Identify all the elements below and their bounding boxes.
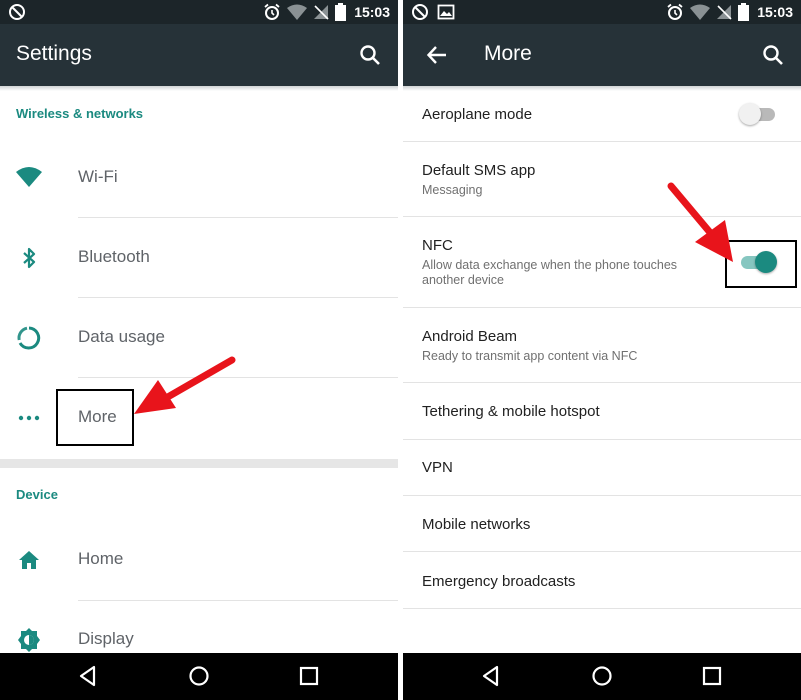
no-signal-icon bbox=[313, 4, 329, 20]
setting-aeroplane-mode[interactable]: Aeroplane mode bbox=[403, 86, 801, 141]
more-screen: 15:03 More Aeroplane mode Default SMS ap… bbox=[403, 0, 801, 700]
navigation-bar bbox=[0, 653, 398, 700]
alarm-icon bbox=[666, 3, 684, 21]
setting-title: Tethering & mobile hotspot bbox=[422, 403, 600, 420]
app-bar: Settings bbox=[0, 24, 398, 86]
settings-item-label: Wi-Fi bbox=[78, 167, 118, 186]
page-title: Settings bbox=[16, 42, 92, 65]
settings-screen: 15:03 Settings Wireless & networks Wi-Fi… bbox=[0, 0, 398, 700]
wifi-status-icon bbox=[287, 4, 308, 20]
setting-title: Aeroplane mode bbox=[422, 106, 533, 123]
annotation-arrow bbox=[134, 356, 236, 414]
wifi-icon bbox=[16, 166, 42, 190]
setting-title: Default SMS app bbox=[422, 162, 536, 179]
search-icon[interactable] bbox=[761, 43, 785, 67]
display-brightness-icon bbox=[16, 628, 42, 652]
data-usage-icon bbox=[16, 326, 42, 350]
back-nav-icon[interactable] bbox=[76, 664, 100, 688]
image-notification-icon bbox=[437, 3, 455, 21]
section-divider bbox=[0, 459, 398, 468]
annotation-arrow bbox=[667, 182, 733, 262]
setting-android-beam[interactable]: Android Beam Ready to transmit app conte… bbox=[403, 308, 801, 382]
alarm-icon bbox=[263, 3, 281, 21]
highlight-box-more bbox=[56, 389, 134, 446]
status-bar: 15:03 bbox=[0, 0, 398, 24]
settings-item-label: Data usage bbox=[78, 327, 165, 346]
do-not-disturb-icon bbox=[8, 3, 26, 21]
settings-item-bluetooth[interactable]: Bluetooth bbox=[0, 218, 398, 298]
recents-nav-icon[interactable] bbox=[297, 664, 321, 688]
recents-nav-icon[interactable] bbox=[700, 664, 724, 688]
more-dots-icon bbox=[16, 406, 42, 430]
setting-vpn[interactable]: VPN bbox=[403, 440, 801, 495]
battery-icon bbox=[335, 3, 347, 21]
home-nav-icon[interactable] bbox=[187, 664, 211, 688]
divider bbox=[403, 608, 801, 609]
setting-title: VPN bbox=[422, 459, 453, 476]
settings-item-label: Bluetooth bbox=[78, 247, 150, 266]
search-icon[interactable] bbox=[358, 43, 382, 67]
setting-title: Emergency broadcasts bbox=[422, 573, 576, 590]
settings-item-label: Display bbox=[78, 629, 134, 648]
app-bar: More bbox=[403, 24, 801, 86]
settings-item-home[interactable]: Home bbox=[0, 520, 398, 600]
no-signal-icon bbox=[716, 4, 732, 20]
do-not-disturb-icon bbox=[411, 3, 429, 21]
section-header-wireless: Wireless & networks bbox=[16, 106, 144, 121]
settings-item-wifi[interactable]: Wi-Fi bbox=[0, 138, 398, 218]
page-title: More bbox=[484, 42, 532, 65]
app-bar-shadow bbox=[0, 86, 398, 91]
settings-item-label: Home bbox=[78, 549, 124, 568]
setting-title: NFC bbox=[422, 237, 453, 254]
home-nav-icon[interactable] bbox=[590, 664, 614, 688]
home-icon bbox=[16, 548, 42, 572]
section-header-device: Device bbox=[16, 487, 58, 502]
wifi-status-icon bbox=[690, 4, 711, 20]
setting-emergency-broadcasts[interactable]: Emergency broadcasts bbox=[403, 552, 801, 608]
status-bar: 15:03 bbox=[403, 0, 801, 24]
navigation-bar bbox=[403, 653, 801, 700]
setting-subtitle: Ready to transmit app content via NFC bbox=[422, 349, 638, 363]
back-nav-icon[interactable] bbox=[479, 664, 503, 688]
status-time: 15:03 bbox=[757, 4, 793, 20]
setting-mobile-networks[interactable]: Mobile networks bbox=[403, 496, 801, 551]
bluetooth-icon bbox=[16, 246, 42, 270]
setting-default-sms-app[interactable]: Default SMS app Messaging bbox=[403, 142, 801, 216]
status-time: 15:03 bbox=[354, 4, 390, 20]
aeroplane-mode-toggle[interactable] bbox=[739, 102, 777, 126]
back-arrow-icon[interactable] bbox=[425, 43, 449, 67]
battery-icon bbox=[738, 3, 750, 21]
setting-title: Android Beam bbox=[422, 328, 518, 345]
setting-tethering-hotspot[interactable]: Tethering & mobile hotspot bbox=[403, 383, 801, 439]
setting-title: Mobile networks bbox=[422, 516, 531, 533]
